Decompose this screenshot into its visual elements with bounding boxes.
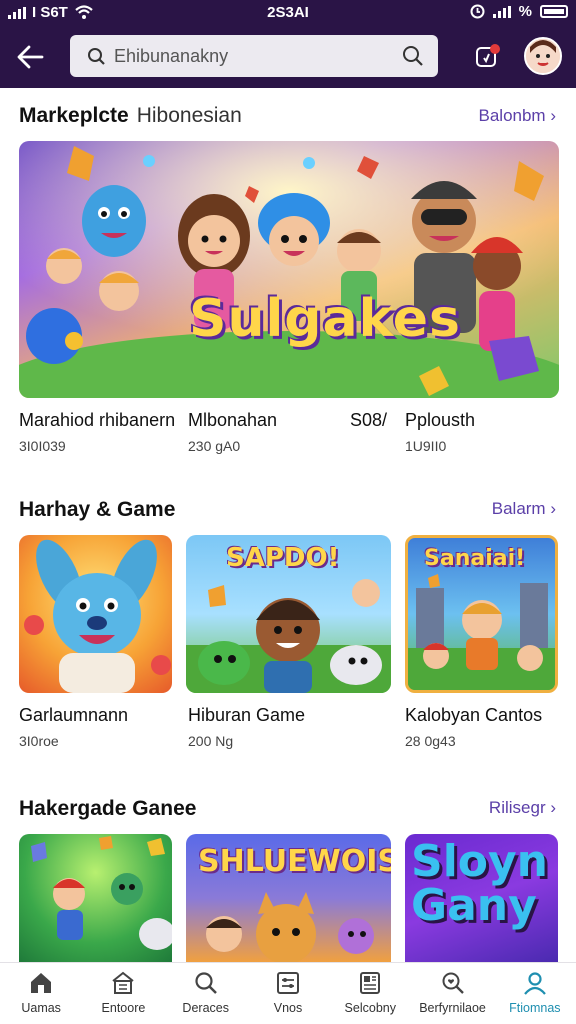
alarm-icon bbox=[470, 4, 485, 19]
game-logo: Sanaiai! bbox=[424, 546, 526, 571]
section-title-marketplace: Markeplcte Hibonesian bbox=[19, 104, 242, 128]
status-right: % bbox=[470, 3, 568, 20]
status-bar: I S6T 2S3AI % bbox=[0, 0, 576, 26]
search-icon bbox=[195, 972, 217, 994]
nav-item-store[interactable]: Entoore bbox=[82, 963, 164, 1024]
nav-label: Berfyrnilaoe bbox=[419, 1001, 486, 1015]
search-icon bbox=[88, 48, 105, 65]
hero-logo: Sulgakes bbox=[189, 289, 462, 349]
game-logo: SHLUEWOIS! bbox=[198, 844, 391, 879]
game-tile[interactable]: SAPDO! bbox=[186, 535, 391, 693]
nav-label: Vnos bbox=[273, 1001, 303, 1015]
magnify-heart-icon bbox=[442, 972, 464, 994]
nav-item-controls[interactable]: Vnos bbox=[247, 963, 329, 1024]
nav-label: Selcobny bbox=[344, 1001, 396, 1015]
app-bar: Ehibunanakny bbox=[0, 26, 576, 88]
nav-label: Ftiomnas bbox=[509, 1001, 561, 1015]
battery-icon bbox=[540, 5, 568, 18]
nav-item-favorites[interactable]: Berfyrnilaoe bbox=[411, 963, 493, 1024]
game-tile-art bbox=[31, 836, 172, 950]
home-icon bbox=[31, 973, 52, 993]
game-title[interactable]: Hiburan Game bbox=[188, 705, 305, 726]
section-subtitle: Hibonesian bbox=[136, 104, 242, 127]
back-arrow-icon[interactable] bbox=[14, 42, 46, 72]
hero-item-meta: 230 gA0 bbox=[188, 438, 241, 454]
game-tile[interactable] bbox=[19, 834, 172, 962]
section-link-label: Rilisegr bbox=[488, 798, 546, 817]
game-title[interactable]: Kalobyan Cantos bbox=[405, 705, 542, 726]
section-link-label: Balonbm bbox=[478, 106, 546, 125]
character-blue-creature bbox=[82, 185, 146, 257]
avatar-face-icon bbox=[526, 39, 560, 73]
section-title-text: Markeplcte bbox=[19, 104, 129, 127]
nav-item-profile[interactable]: Ftiomnas bbox=[494, 963, 576, 1024]
avatar[interactable] bbox=[524, 37, 562, 75]
section-link-games[interactable]: Balarm › bbox=[492, 499, 556, 519]
hero-item-meta: 1U9II0 bbox=[405, 438, 447, 454]
game-tile[interactable] bbox=[19, 535, 172, 693]
nav-label: Uamas bbox=[21, 1001, 61, 1015]
hero-illustration bbox=[19, 141, 559, 398]
nav-item-search[interactable]: Deraces bbox=[165, 963, 247, 1024]
game-tile-art bbox=[24, 539, 171, 693]
bottom-nav: Uamas Entoore Deraces Vnos Selcobny Berf… bbox=[0, 962, 576, 1024]
section-link-marketplace[interactable]: Balonbm › bbox=[479, 106, 557, 126]
controls-icon bbox=[276, 972, 299, 994]
nav-label: Deraces bbox=[182, 1001, 229, 1015]
battery-percent: % bbox=[518, 3, 532, 20]
section-link-label: Balarm bbox=[491, 499, 546, 518]
store-icon bbox=[112, 971, 135, 994]
search-placeholder: Ehibunanakny bbox=[114, 46, 229, 66]
hero-banner[interactable]: Sulgakes bbox=[19, 141, 559, 398]
hero-item-title[interactable]: Mlbonahan bbox=[188, 410, 277, 431]
game-meta: 200 Ng bbox=[188, 733, 234, 749]
document-icon bbox=[360, 972, 381, 994]
profile-icon bbox=[523, 972, 546, 995]
game-meta: 3I0roe bbox=[19, 733, 59, 749]
section-title-games: Harhay & Game bbox=[19, 498, 176, 521]
game-logo: Sloyn Gany bbox=[411, 836, 549, 931]
game-tile[interactable]: SHLUEWOIS! bbox=[186, 834, 391, 962]
hero-item-title[interactable]: Marahiod rhibanern bbox=[19, 410, 175, 431]
game-tile[interactable]: Sanaiai! bbox=[405, 535, 558, 693]
hero-item-title[interactable]: S08/ bbox=[350, 410, 387, 431]
hero-item-title[interactable]: Pplousth bbox=[405, 410, 475, 431]
hero-item-meta: 3I0I039 bbox=[19, 438, 66, 454]
notification-icon[interactable] bbox=[472, 42, 502, 72]
nav-label: Entoore bbox=[101, 1001, 146, 1015]
signal-icon-2 bbox=[492, 5, 511, 18]
game-meta: 28 0g43 bbox=[405, 733, 456, 749]
nav-item-home[interactable]: Uamas bbox=[0, 963, 82, 1024]
game-tile[interactable]: Sloyn Gany bbox=[405, 834, 558, 962]
game-logo: SAPDO! bbox=[226, 543, 340, 573]
search-input[interactable]: Ehibunanakny bbox=[70, 35, 438, 77]
section-title-third: Hakergade Ganee bbox=[19, 797, 197, 820]
game-title[interactable]: Garlaumnann bbox=[19, 705, 128, 726]
search-submit-icon[interactable] bbox=[402, 45, 424, 67]
section-link-third[interactable]: Rilisegr › bbox=[489, 798, 556, 818]
nav-item-document[interactable]: Selcobny bbox=[329, 963, 411, 1024]
